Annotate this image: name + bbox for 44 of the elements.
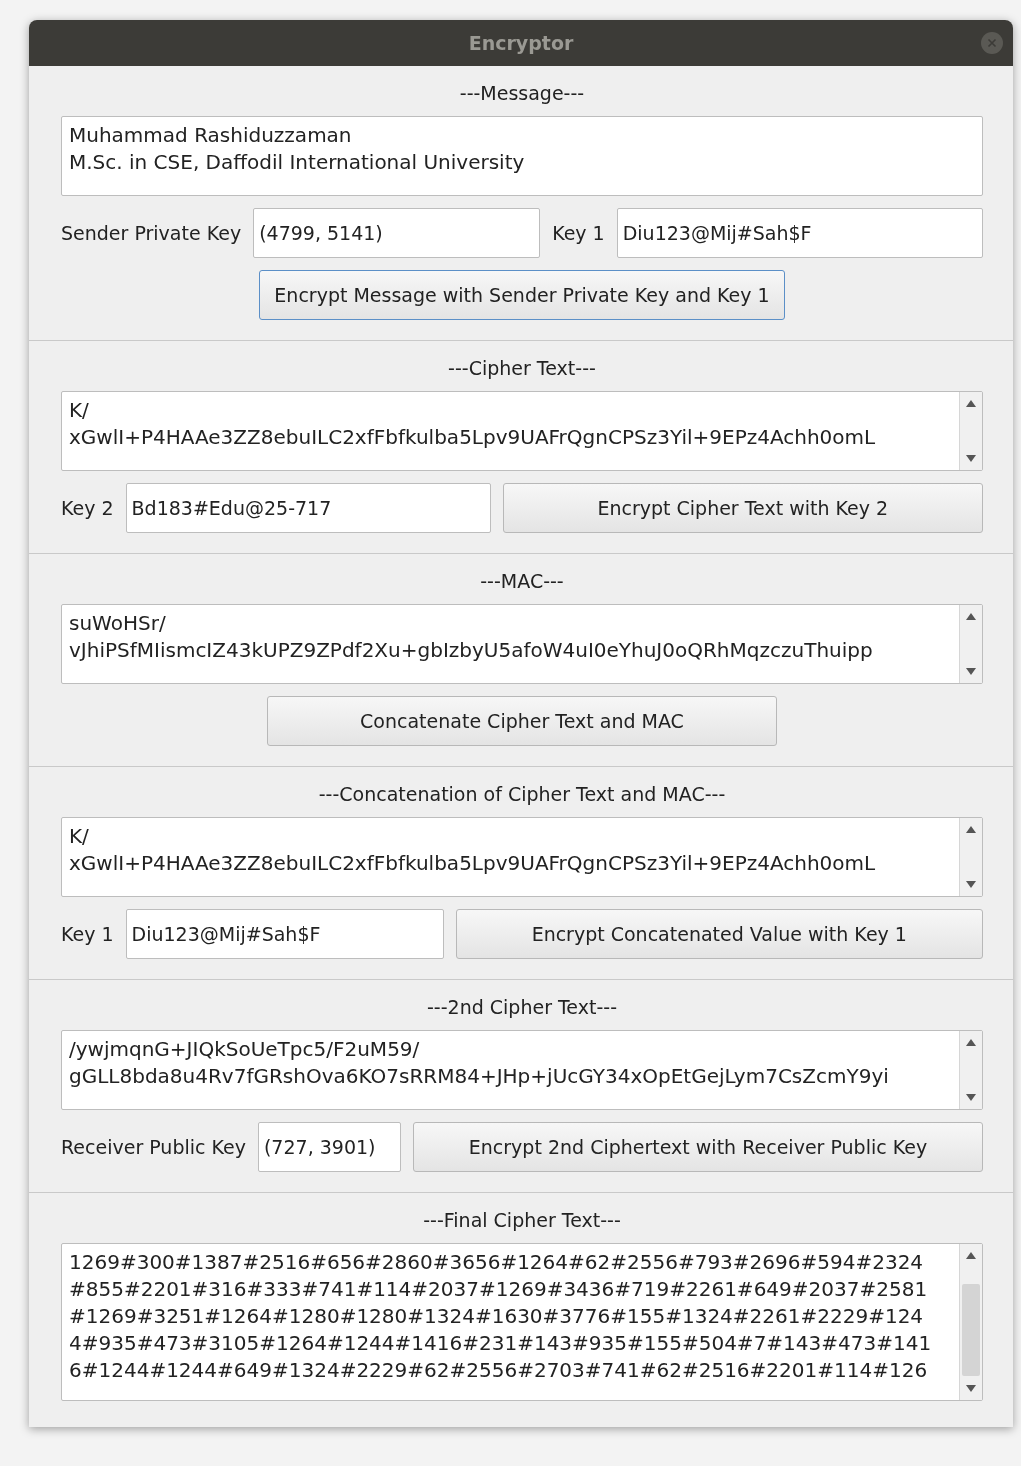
input-field[interactable]: Bd183#Edu@25-717 bbox=[125, 483, 491, 533]
field-label: Key 1 bbox=[552, 222, 605, 244]
scroll-down-icon[interactable] bbox=[966, 1094, 976, 1101]
text-area[interactable]: K/ xGwlI+P4HAAe3ZZ8ebuILC2xfFbfkulba5Lpv9UAFrQgnCPSz3Yil+9EPz4Achh0omL bbox=[61, 391, 983, 471]
section-heading: ---Cipher Text--- bbox=[447, 357, 597, 379]
scroll-down-icon[interactable] bbox=[966, 1385, 976, 1392]
section-heading: ---Final Cipher Text--- bbox=[422, 1209, 622, 1231]
scrollbar[interactable] bbox=[959, 1244, 982, 1400]
scrollbar[interactable] bbox=[959, 1031, 982, 1109]
scrollbar[interactable] bbox=[959, 392, 982, 470]
section-heading: ---Message--- bbox=[458, 82, 586, 104]
section-heading: ---MAC--- bbox=[479, 570, 565, 592]
scroll-up-icon[interactable] bbox=[966, 826, 976, 833]
scrollbar-thumb[interactable] bbox=[962, 1284, 980, 1376]
action-button[interactable]: Encrypt Message with Sender Private Key and Key 1 bbox=[259, 270, 785, 320]
field-label: Sender Private Key bbox=[61, 222, 242, 244]
scrollbar[interactable] bbox=[959, 605, 982, 683]
scroll-up-icon[interactable] bbox=[966, 400, 976, 407]
action-button[interactable]: Concatenate Cipher Text and MAC bbox=[267, 696, 777, 746]
text-area[interactable]: 1269#300#1387#2516#656#2860#3656#1264#62#2556#793#2696#594#2324 #855#2201#316#333#741#114#2037#1269#3436#719#2261#649#2037#2581 #1269#3251#1264#1280#1280#1324#1630#3776#155#1324#2261#2229#124 4#935#473#3105#1264#1244#1416#231#143#935#155#504#7#143#473#141 6#1244#1244#649#1324#2229#62#2556#2703#741#62#2516#2201#114#126 bbox=[61, 1243, 983, 1401]
action-button[interactable]: Encrypt 2nd Ciphertext with Receiver Public Key bbox=[412, 1122, 983, 1172]
scroll-down-icon[interactable] bbox=[966, 668, 976, 675]
text-area[interactable]: Muhammad Rashiduzzaman M.Sc. in CSE, Daffodil International University bbox=[61, 116, 983, 196]
input-field[interactable]: Diu123@Mij#Sah$F bbox=[616, 208, 983, 258]
field-label: Key 2 bbox=[61, 497, 114, 519]
scroll-up-icon[interactable] bbox=[966, 1039, 976, 1046]
text-area[interactable]: /ywjmqnG+JIQkSoUeTpc5/F2uM59/ gGLL8bda8u4Rv7fGRshOva6KO7sRRM84+JHp+jUcGY34xOpEtGejLym7CsZcmY9yi bbox=[61, 1030, 983, 1110]
field-label: Key 1 bbox=[61, 923, 114, 945]
scroll-down-icon[interactable] bbox=[966, 881, 976, 888]
section-heading: ---Concatenation of Cipher Text and MAC--- bbox=[317, 783, 727, 805]
action-button[interactable]: Encrypt Concatenated Value with Key 1 bbox=[455, 909, 983, 959]
section-heading: ---2nd Cipher Text--- bbox=[426, 996, 618, 1018]
input-field[interactable]: (727, 3901) bbox=[257, 1122, 401, 1172]
scroll-up-icon[interactable] bbox=[966, 613, 976, 620]
action-button[interactable]: Encrypt Cipher Text with Key 2 bbox=[502, 483, 983, 533]
window-title: Encryptor bbox=[468, 32, 574, 54]
input-field[interactable]: (4799, 5141) bbox=[253, 208, 541, 258]
scrollbar[interactable] bbox=[959, 818, 982, 896]
text-area[interactable]: K/ xGwlI+P4HAAe3ZZ8ebuILC2xfFbfkulba5Lpv9UAFrQgnCPSz3Yil+9EPz4Achh0omL bbox=[61, 817, 983, 897]
scroll-up-icon[interactable] bbox=[966, 1252, 976, 1259]
input-field[interactable]: Diu123@Mij#Sah$F bbox=[125, 909, 444, 959]
scroll-down-icon[interactable] bbox=[966, 455, 976, 462]
text-area[interactable]: suWoHSr/ vJhiPSfMIismcIZ43kUPZ9ZPdf2Xu+gbIzbyU5afoW4uI0eYhuJ0oQRhMqzczuThuipp bbox=[61, 604, 983, 684]
field-label: Receiver Public Key bbox=[61, 1136, 246, 1158]
